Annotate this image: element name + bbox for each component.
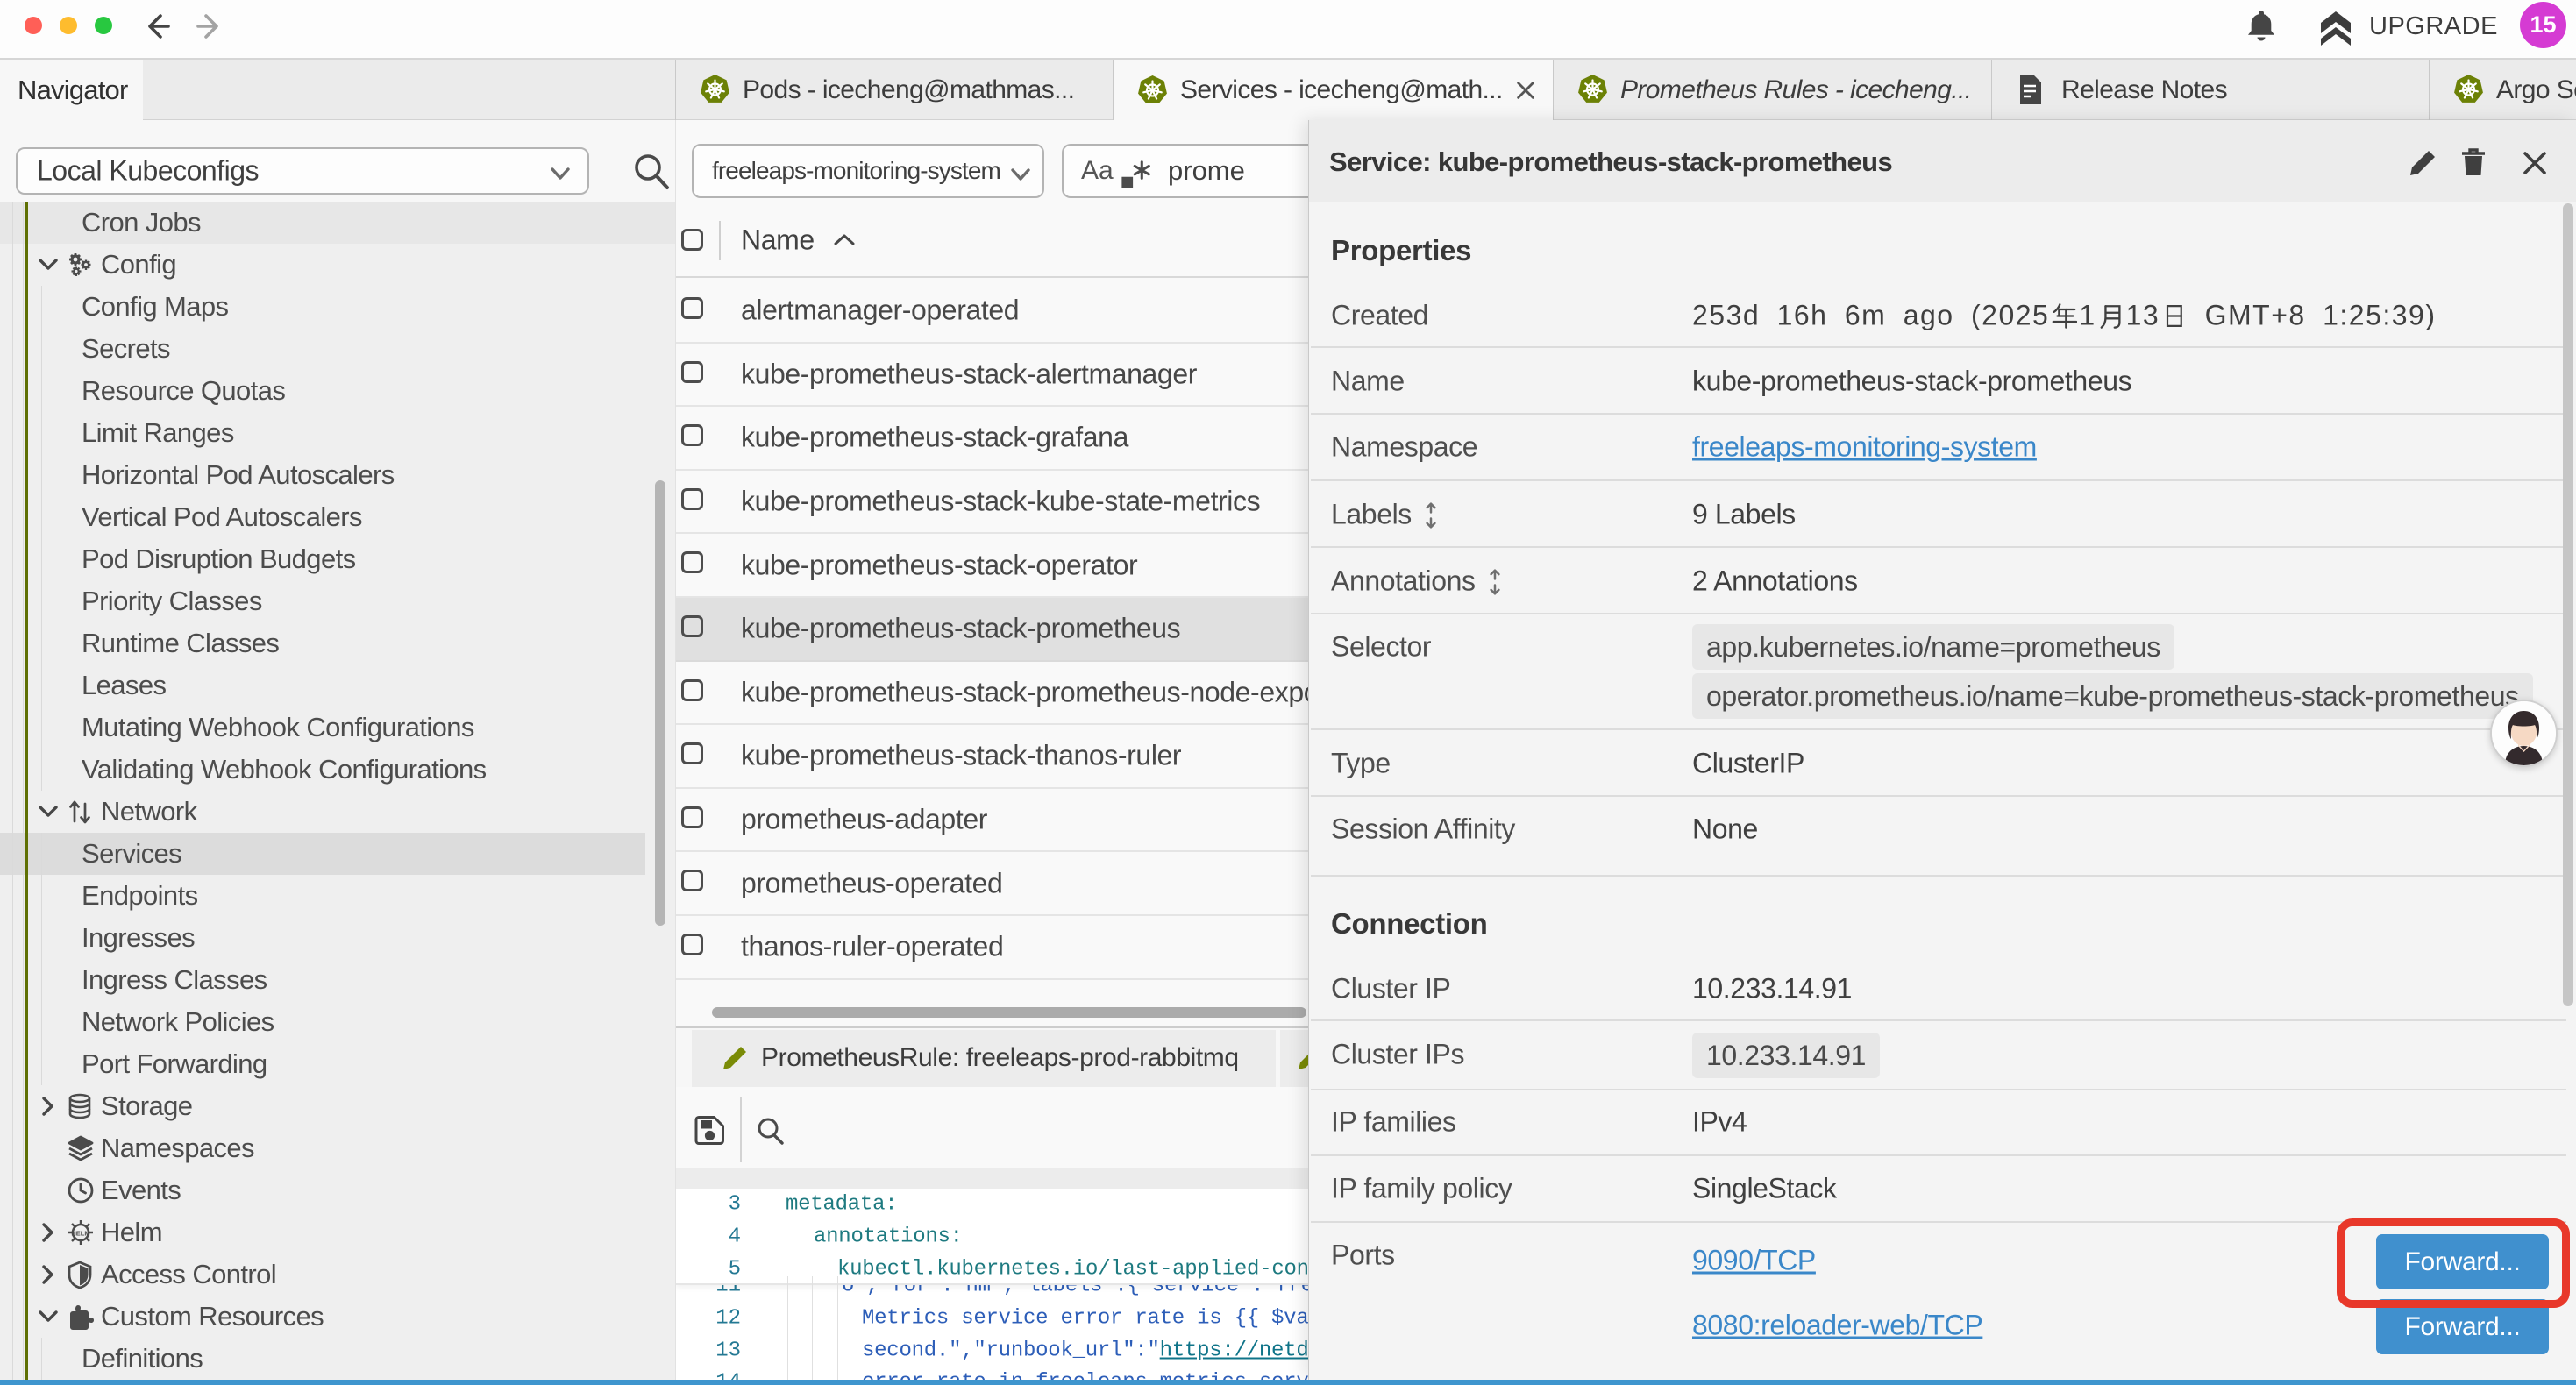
svg-text:HELM: HELM — [71, 1230, 89, 1238]
